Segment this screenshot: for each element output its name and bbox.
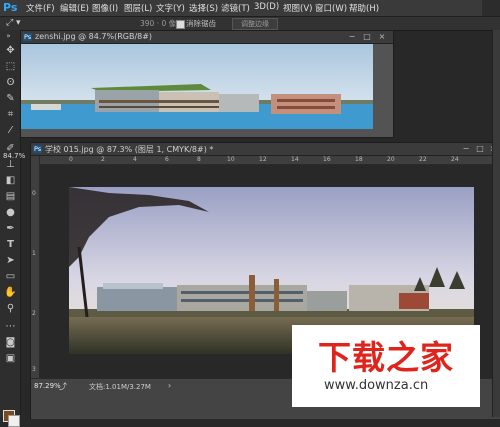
ruler-tick: 24 [451,156,459,163]
ruler-tick: 2 [101,156,105,163]
ruler-tick: 10 [227,156,235,163]
menu-type[interactable]: 文字(Y) [156,2,185,14]
quick-mask-icon[interactable]: ◙ [4,336,17,349]
eraser-icon[interactable]: ◧ [4,174,17,187]
refine-edge-button[interactable]: 调整边缘 [232,18,278,30]
maximize-button[interactable]: □ [362,32,372,41]
type-icon[interactable]: T [4,238,17,251]
ruler-tick: 4 [133,156,137,163]
menu-image[interactable]: 图像(I) [92,2,118,14]
ruler-tick: 14 [291,156,299,163]
doc1-zoom-readout: 84.7% [3,152,26,160]
ruler-tick: 0 [32,190,36,197]
ruler-tick: 16 [323,156,331,163]
share-icon[interactable]: ⤴ [59,381,67,392]
close-button[interactable]: × [377,32,387,41]
menu-3d[interactable]: 3D(D) [254,2,279,12]
menu-edit[interactable]: 编辑(E) [60,2,89,14]
menu-select[interactable]: 选择(S) [189,2,218,14]
menu-window[interactable]: 窗口(W) [315,2,347,14]
document-titlebar-2[interactable]: Ps 学校 015.jpg @ 87.3% (图层 1, CMYK/8#) * … [31,143,500,156]
dodge-icon[interactable]: ● [4,206,17,219]
window-controls[interactable] [482,0,500,16]
ruler-tick: 3 [32,366,36,373]
document-title-1: zenshi.jpg @ 84.7%(RGB/8#) [35,32,153,41]
path-select-icon[interactable]: ➤ [4,254,17,267]
tool-preset-picker[interactable]: ⤢ ▾ [6,18,21,28]
gradient-icon[interactable]: ▤ [4,190,17,203]
ruler-tick: 18 [355,156,363,163]
photoshop-logo: Ps [3,1,18,14]
right-panel-edge[interactable] [492,30,500,417]
ruler-tick: 20 [387,156,395,163]
hand-icon[interactable]: ✋ [4,286,17,299]
menu-bar: Ps 文件(F) 编辑(E) 图像(I) 图层(L) 文字(Y) 选择(S) 滤… [0,0,500,17]
ruler-tick: 12 [259,156,267,163]
menu-filter[interactable]: 滤镜(T) [221,2,250,14]
antialias-checkbox[interactable] [176,20,185,29]
maximize-button[interactable]: □ [475,144,485,153]
quick-select-icon[interactable]: ✎ [4,92,17,105]
menu-help[interactable]: 帮助(H) [349,2,379,14]
document-titlebar-1[interactable]: Ps zenshi.jpg @ 84.7%(RGB/8#) − □ × [21,31,393,44]
minimize-button[interactable]: − [461,144,471,153]
more-tools-icon[interactable]: ⋯ [4,320,17,333]
menu-view[interactable]: 视图(V) [283,2,312,14]
building-rendering-image-1 [21,44,393,137]
watermark: 下载之家 www.downza.cn [292,325,480,407]
ps-doc-icon: Ps [23,33,33,41]
move-icon[interactable]: ✥ [4,44,17,57]
ruler-tick: 8 [197,156,201,163]
menu-layer[interactable]: 图层(L) [124,2,152,14]
crop-icon[interactable]: ⌗ [4,108,17,121]
document-canvas-1[interactable] [21,44,393,137]
zoom-icon[interactable]: ⚲ [4,302,17,315]
shape-icon[interactable]: ▭ [4,270,17,283]
toolbox-collapse-icon[interactable]: » [2,30,15,43]
ruler-vertical[interactable]: 0 1 2 3 [31,156,40,378]
document-title-2: 学校 015.jpg @ 87.3% (图层 1, CMYK/8#) * [45,145,214,154]
toolbox: » ✥ ⬚ ʘ ✎ ⌗ ⁄ ✐ ⊥ ◧ ▤ ● ✒ T ➤ ▭ ✋ ⚲ ⋯ ◙ … [0,30,21,427]
eyedropper-icon[interactable]: ⁄ [4,124,17,137]
watermark-logo: 下载之家 [318,338,454,377]
watermark-url: www.downza.cn [324,378,429,393]
lasso-icon[interactable]: ʘ [4,76,17,89]
document-window-1: Ps zenshi.jpg @ 84.7%(RGB/8#) − □ × [20,30,394,138]
ruler-tick: 2 [32,310,36,317]
ruler-horizontal[interactable]: 0 2 4 6 8 10 12 14 16 18 20 22 24 [39,156,500,165]
menu-file[interactable]: 文件(F) [26,2,55,14]
pen-icon[interactable]: ✒ [4,222,17,235]
status-menu-arrow-icon[interactable]: › [168,381,171,390]
status-zoom[interactable]: 87.29% [34,382,61,390]
screen-mode-icon[interactable]: ▣ [4,352,17,365]
antialias-label: 消除锯齿 [186,19,216,28]
ps-doc-icon: Ps [33,145,43,153]
marquee-icon[interactable]: ⬚ [4,60,17,73]
status-doc-info: 文档:1.01M/3.27M [89,383,151,391]
ruler-tick: 0 [69,156,73,163]
minimize-button[interactable]: − [347,32,357,41]
ruler-tick: 6 [165,156,169,163]
ruler-tick: 22 [419,156,427,163]
ruler-tick: 1 [32,250,36,257]
options-bar: ⤢ ▾ 390 · 0 像素 消除锯齿 调整边缘 [0,17,500,31]
